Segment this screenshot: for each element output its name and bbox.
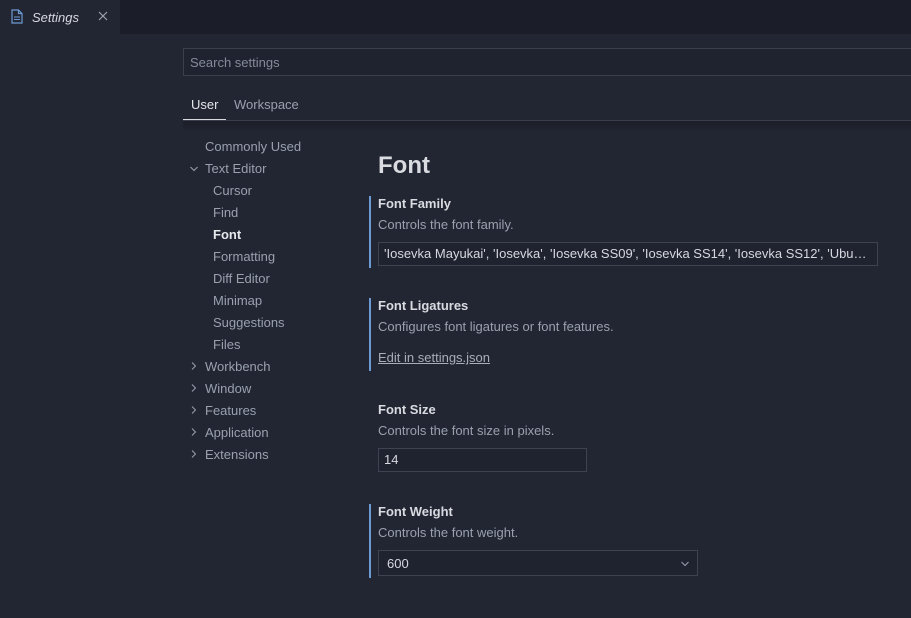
toc-text-editor[interactable]: Text Editor [205, 161, 266, 176]
setting-title-font-weight: Font Weight [378, 504, 453, 519]
setting-title-font-size: Font Size [378, 402, 436, 417]
setting-modified-indicator [369, 504, 371, 578]
setting-description-font-weight: Controls the font weight. [378, 525, 519, 540]
setting-description-font-size: Controls the font size in pixels. [378, 423, 555, 438]
header-shadow [183, 121, 911, 133]
setting-modified-indicator [369, 298, 371, 371]
tab-workspace[interactable]: Workspace [234, 97, 299, 112]
toc-font[interactable]: Font [213, 227, 241, 242]
toc-workbench[interactable]: Workbench [205, 359, 271, 374]
toc-minimap[interactable]: Minimap [213, 293, 262, 308]
editor-tab-bar: Settings [0, 0, 911, 34]
chevron-down-icon [681, 561, 689, 567]
toc-cursor[interactable]: Cursor [213, 183, 252, 198]
toc-window[interactable]: Window [205, 381, 251, 396]
tab-title: Settings [32, 10, 79, 25]
toc-files[interactable]: Files [213, 337, 240, 352]
chevron-down-icon[interactable] [189, 164, 199, 174]
toc-diff-editor[interactable]: Diff Editor [213, 271, 270, 286]
font-weight-select[interactable]: 600 [378, 550, 698, 576]
toc-extensions[interactable]: Extensions [205, 447, 269, 462]
chevron-right-icon[interactable] [189, 383, 199, 393]
edit-in-settings-json-link[interactable]: Edit in settings.json [378, 350, 490, 365]
setting-title-font-family: Font Family [378, 196, 451, 211]
chevron-right-icon[interactable] [189, 449, 199, 459]
section-title: Font [378, 152, 430, 179]
settings-tab[interactable]: Settings [0, 0, 120, 34]
toc-suggestions[interactable]: Suggestions [213, 315, 285, 330]
setting-title-font-ligatures: Font Ligatures [378, 298, 469, 313]
font-size-input[interactable]: 14 [378, 448, 587, 472]
chevron-right-icon[interactable] [189, 405, 199, 415]
chevron-right-icon[interactable] [189, 361, 199, 371]
search-settings-box[interactable] [183, 48, 911, 76]
font-family-input[interactable]: 'Iosevka Mayukai', 'Iosevka', 'Iosevka S… [378, 242, 878, 266]
file-icon [11, 9, 23, 24]
toc-find[interactable]: Find [213, 205, 238, 220]
setting-description-font-ligatures: Configures font ligatures or font featur… [378, 319, 614, 334]
close-icon[interactable] [97, 10, 109, 22]
toc-application[interactable]: Application [205, 425, 269, 440]
toc-features[interactable]: Features [205, 403, 256, 418]
font-weight-value: 600 [387, 556, 409, 571]
tab-user[interactable]: User [191, 97, 218, 112]
setting-modified-indicator [369, 196, 371, 268]
toc-formatting[interactable]: Formatting [213, 249, 275, 264]
toc-commonly-used[interactable]: Commonly Used [205, 139, 301, 154]
chevron-right-icon[interactable] [189, 427, 199, 437]
search-input[interactable] [184, 49, 911, 75]
setting-description-font-family: Controls the font family. [378, 217, 514, 232]
